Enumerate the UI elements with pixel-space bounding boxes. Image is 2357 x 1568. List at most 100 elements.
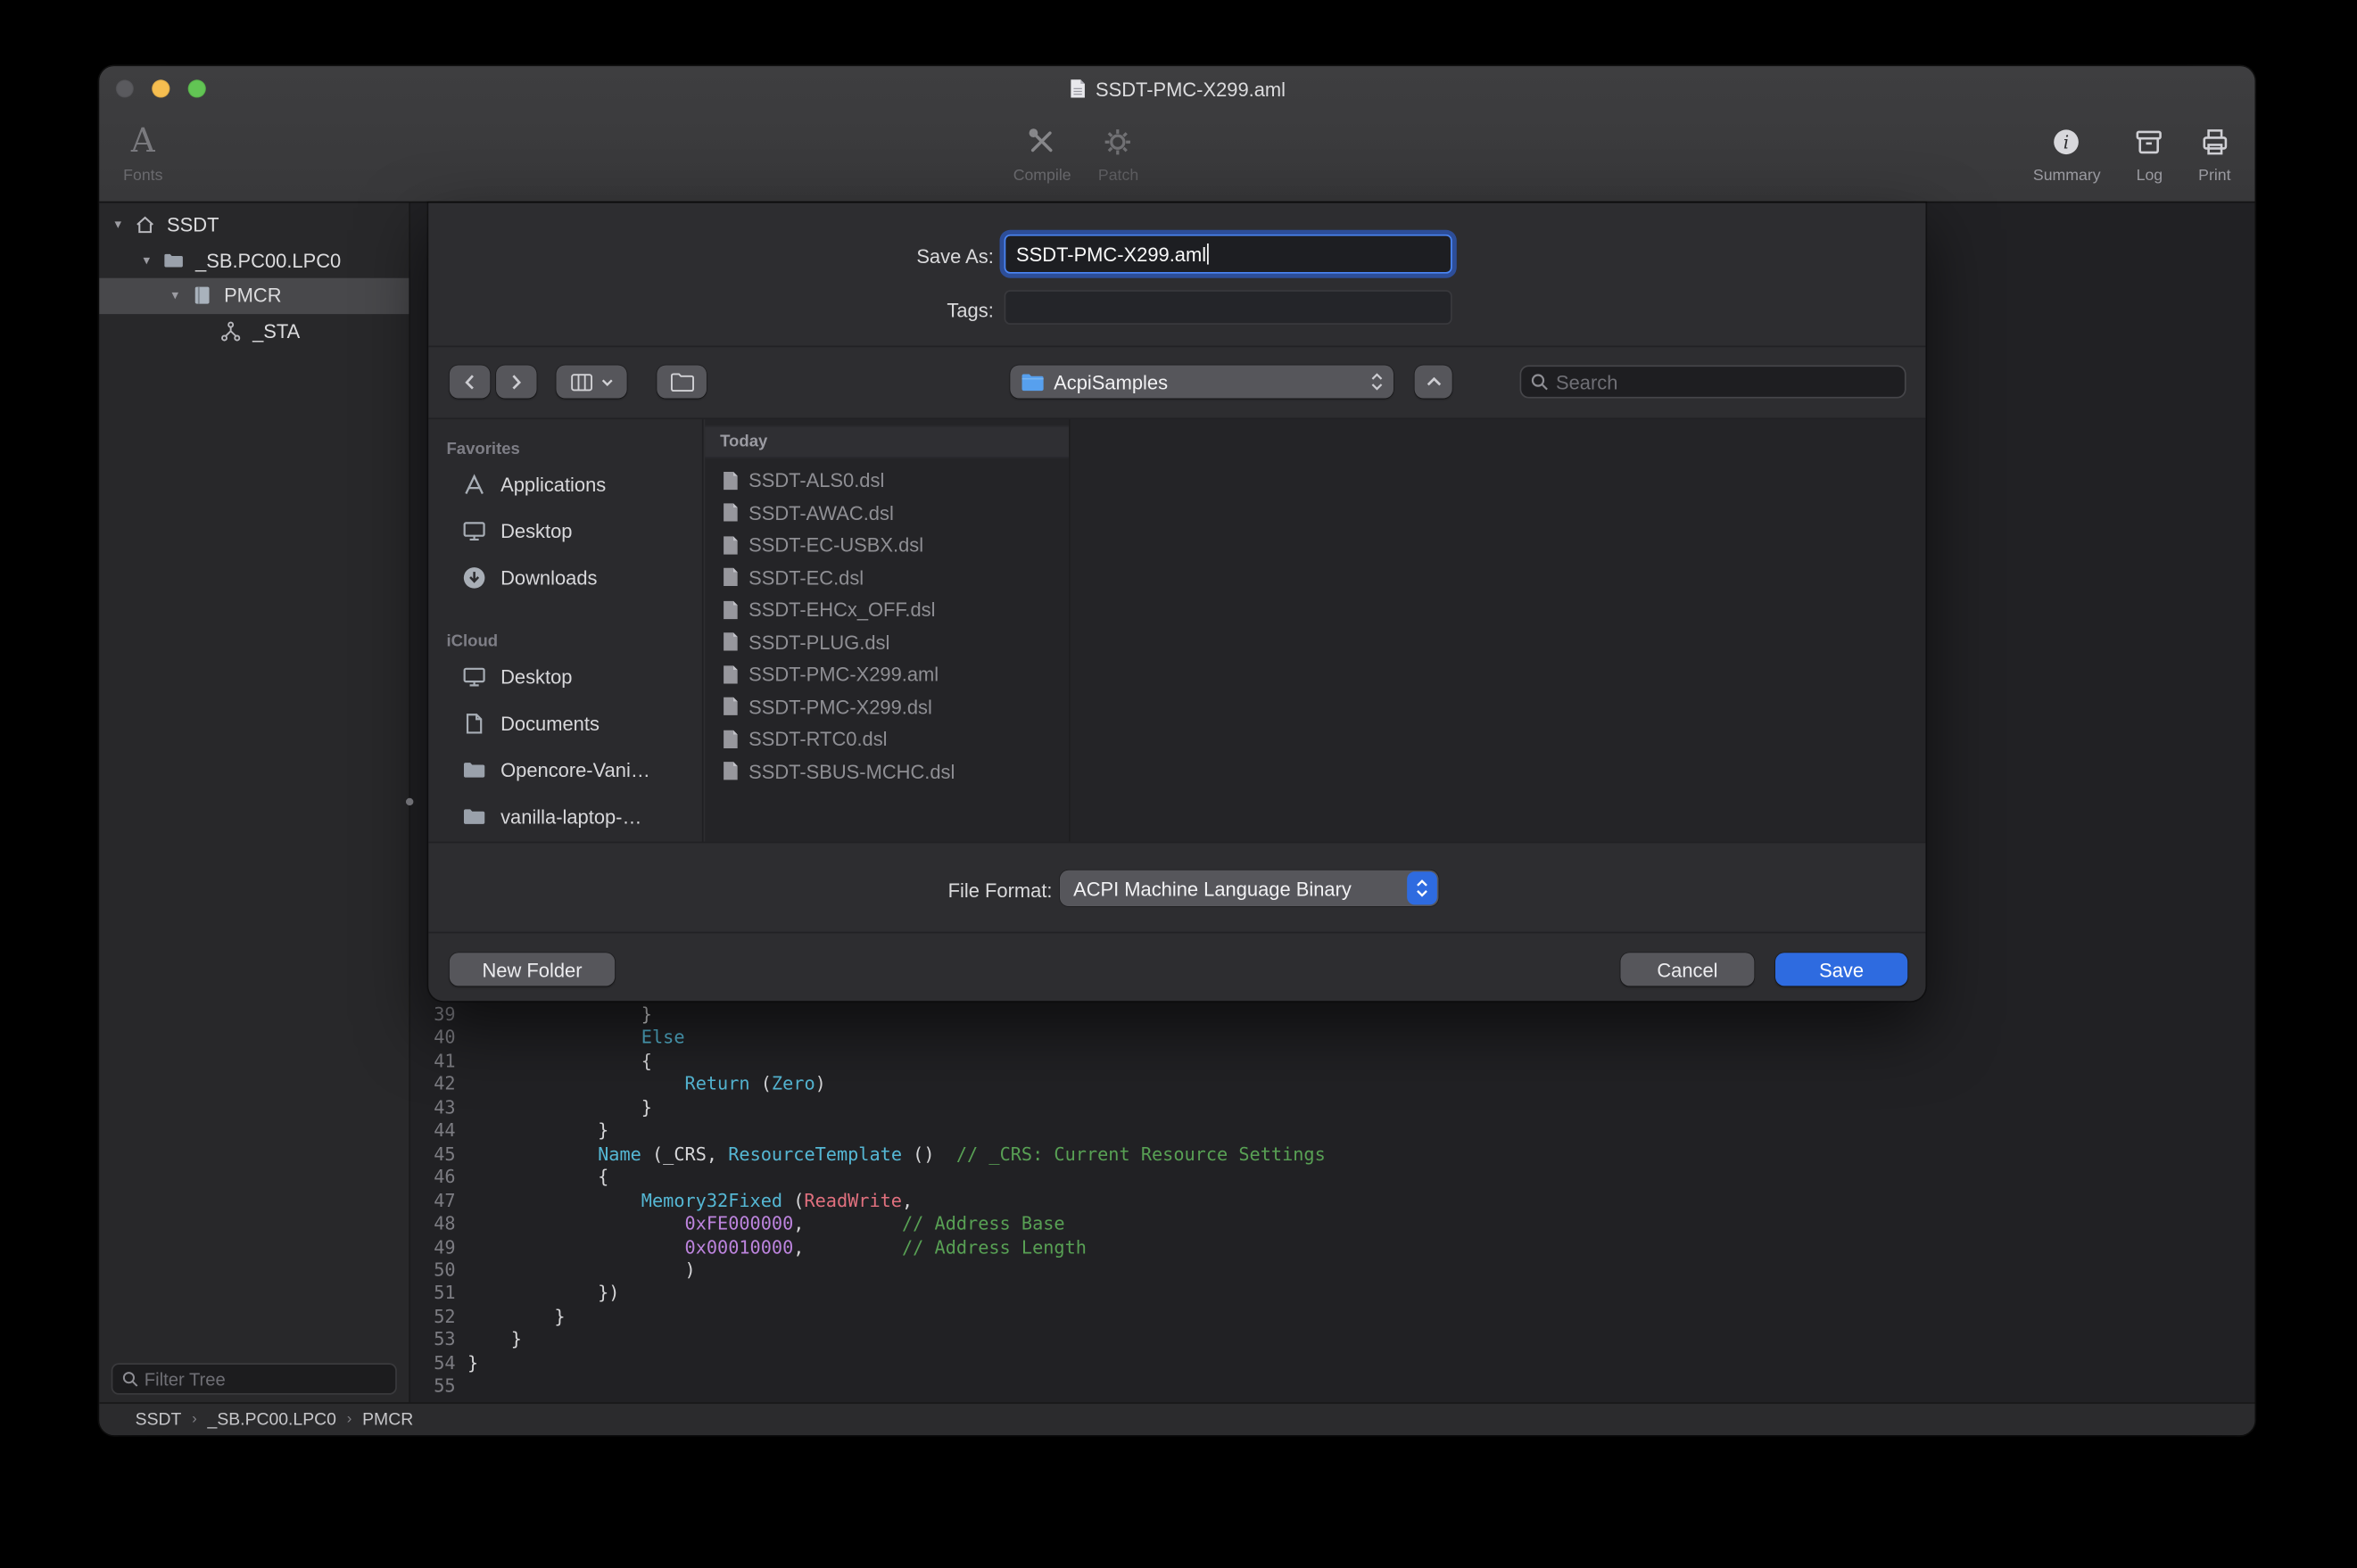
- save-dialog-sheet: Save As: SSDT-PMC-X299.aml Tags:: [428, 202, 1925, 1001]
- fonts-button[interactable]: A Fonts: [123, 119, 162, 185]
- code-view: 39 }40 Else41 {42 Return (Zero)43 }44 }4…: [410, 1004, 2254, 1399]
- file-name: SSDT-ALS0.dsl: [748, 469, 884, 491]
- document-icon: [722, 631, 740, 653]
- folder-icon: [160, 248, 186, 272]
- window-chrome: SSDT-PMC-X299.aml A Fonts: [99, 66, 2254, 202]
- documents-icon: [461, 711, 487, 737]
- file-browser: FavoritesApplicationsDesktopDownloadsiCl…: [428, 419, 1925, 841]
- code-line-41: 41 {: [410, 1051, 2254, 1074]
- search-field[interactable]: [1520, 365, 1906, 398]
- chevron-right-icon: [511, 374, 522, 391]
- disclosure-triangle-icon[interactable]: ▾: [165, 287, 185, 304]
- filter-tree-input[interactable]: [145, 1368, 386, 1390]
- file-format-popup[interactable]: ACPI Machine Language Binary: [1060, 871, 1439, 906]
- place-label: Downloads: [500, 566, 597, 589]
- chevron-left-icon: [465, 374, 476, 391]
- summary-button[interactable]: i Summary: [2033, 119, 2101, 185]
- save-as-field[interactable]: SSDT-PMC-X299.aml: [1005, 235, 1452, 274]
- device-icon: [188, 284, 215, 308]
- cancel-button[interactable]: Cancel: [1620, 953, 1754, 986]
- compile-button[interactable]: Compile: [1013, 119, 1071, 185]
- line-number: 50: [410, 1259, 456, 1283]
- place-label: Opencore-Vani…: [500, 759, 650, 781]
- search-input[interactable]: [1556, 370, 1896, 392]
- code-line-39: 39 }: [410, 1004, 2254, 1027]
- new-folder-button[interactable]: New Folder: [450, 953, 615, 986]
- code-line-42: 42 Return (Zero): [410, 1074, 2254, 1097]
- close-button[interactable]: [116, 79, 134, 97]
- line-number: 52: [410, 1306, 456, 1329]
- forward-button[interactable]: [496, 365, 536, 398]
- traffic-lights: [116, 79, 206, 97]
- patch-button[interactable]: Patch: [1098, 119, 1138, 185]
- tree-item-SSDT[interactable]: ▾SSDT: [99, 208, 409, 243]
- line-number: 39: [410, 1004, 456, 1027]
- file-name: SSDT-PMC-X299.aml: [748, 664, 939, 686]
- file-row[interactable]: SSDT-EC.dsl: [705, 561, 1069, 593]
- path-item-PMCR[interactable]: PMCR: [362, 1410, 413, 1428]
- line-number: 41: [410, 1051, 456, 1074]
- file-row[interactable]: SSDT-RTC0.dsl: [705, 722, 1069, 755]
- place-item-opencore-vani-[interactable]: Opencore-Vani…: [428, 747, 702, 793]
- file-row[interactable]: SSDT-EC-USBX.dsl: [705, 529, 1069, 561]
- back-button[interactable]: [450, 365, 490, 398]
- chevron-down-icon: [601, 378, 613, 385]
- save-as-label: Save As:: [428, 245, 994, 268]
- location-popup[interactable]: AcpiSamples: [1010, 365, 1394, 398]
- place-item-downloads[interactable]: Downloads: [428, 555, 702, 601]
- path-item-SSDT[interactable]: SSDT: [136, 1410, 182, 1428]
- log-button[interactable]: Log: [2134, 119, 2165, 185]
- line-number: 42: [410, 1074, 456, 1097]
- place-label: Documents: [500, 713, 600, 735]
- file-row[interactable]: SSDT-PMC-X299.aml: [705, 658, 1069, 690]
- place-item-documents[interactable]: Documents: [428, 700, 702, 747]
- view-mode-button[interactable]: [556, 365, 626, 398]
- folder-icon: [461, 757, 487, 783]
- new-folder-icon-button[interactable]: [657, 365, 707, 398]
- line-number: 49: [410, 1236, 456, 1259]
- disclosure-triangle-icon[interactable]: ▾: [108, 217, 128, 234]
- printer-icon: [2199, 119, 2230, 164]
- print-button[interactable]: Print: [2198, 119, 2230, 185]
- tree-item-_STA[interactable]: _STA: [99, 313, 409, 349]
- info-icon: i: [2051, 119, 2082, 164]
- file-row[interactable]: SSDT-AWAC.dsl: [705, 497, 1069, 529]
- file-row[interactable]: SSDT-ALS0.dsl: [705, 465, 1069, 497]
- search-icon: [121, 1371, 138, 1388]
- path-item-_SB.PC00.LPC0[interactable]: _SB.PC00.LPC0: [208, 1410, 336, 1428]
- splitter-handle[interactable]: [406, 798, 413, 805]
- minimize-button[interactable]: [152, 79, 170, 97]
- file-row[interactable]: SSDT-PLUG.dsl: [705, 626, 1069, 658]
- filter-tree-field[interactable]: [112, 1363, 397, 1394]
- code-line-40: 40 Else: [410, 1027, 2254, 1051]
- file-row[interactable]: SSDT-EHCx_OFF.dsl: [705, 594, 1069, 626]
- place-item-desktop[interactable]: Desktop: [428, 508, 702, 555]
- parent-folder-button[interactable]: [1415, 365, 1452, 398]
- tags-input[interactable]: [1005, 292, 1451, 323]
- place-item-applications[interactable]: Applications: [428, 461, 702, 508]
- place-item-vanilla-laptop-[interactable]: vanilla-laptop-…: [428, 794, 702, 840]
- file-row[interactable]: SSDT-PMC-X299.dsl: [705, 690, 1069, 722]
- desktop-icon: [461, 664, 487, 690]
- zoom-button[interactable]: [188, 79, 206, 97]
- disclosure-triangle-icon[interactable]: ▾: [136, 252, 156, 269]
- document-icon: [1069, 78, 1087, 100]
- main-area: ▾SSDT▾_SB.PC00.LPC0▾PMCR_STA 39 }40 Else…: [99, 202, 2254, 1402]
- line-number: 54: [410, 1352, 456, 1375]
- navigator-tree: ▾SSDT▾_SB.PC00.LPC0▾PMCR_STA: [99, 202, 409, 348]
- tags-field[interactable]: [1005, 290, 1452, 325]
- document-icon: [722, 697, 740, 718]
- document-icon: [722, 599, 740, 621]
- text-caret: [1208, 243, 1210, 265]
- file-row[interactable]: SSDT-SBUS-MCHC.dsl: [705, 755, 1069, 788]
- tree-item-label: PMCR: [224, 285, 282, 307]
- save-button[interactable]: Save: [1775, 953, 1907, 986]
- file-group-header: Today: [705, 425, 1069, 458]
- document-icon: [722, 534, 740, 556]
- tree-item-PMCR[interactable]: ▾ PMCR: [99, 278, 409, 314]
- tree-item-_SB.PC00.LPC0[interactable]: ▾_SB.PC00.LPC0: [99, 243, 409, 278]
- document-icon: [722, 502, 740, 524]
- place-item-desktop[interactable]: Desktop: [428, 654, 702, 700]
- location-value: AcpiSamples: [1054, 370, 1361, 392]
- file-name: SSDT-EHCx_OFF.dsl: [748, 598, 935, 621]
